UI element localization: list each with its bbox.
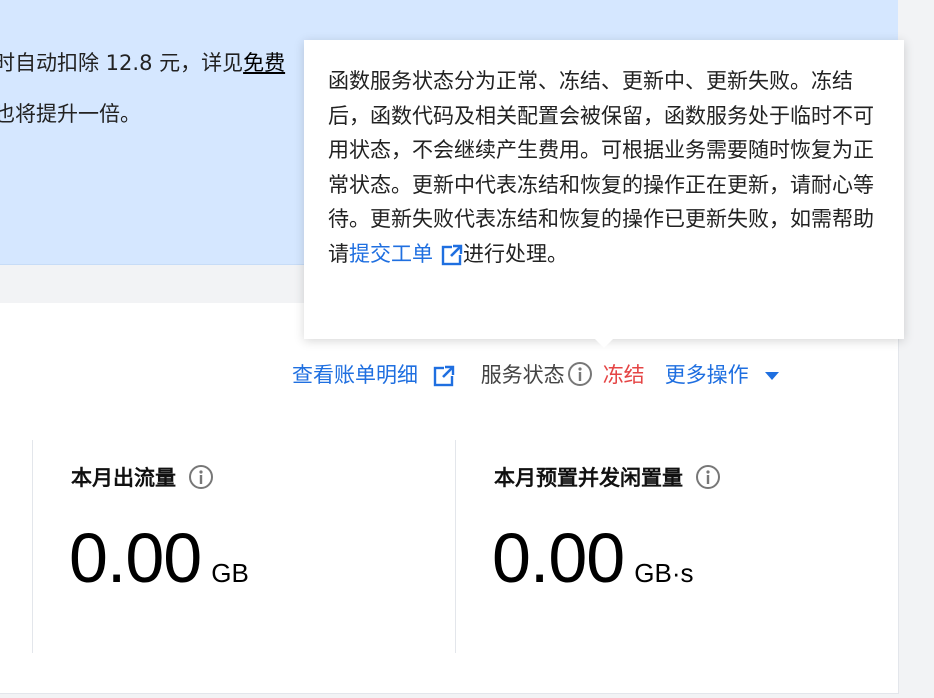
metric-unit: GB·s [634,558,694,588]
card-actions: 查看账单明细 服务状态 冻结 更多操作 [292,358,780,390]
view-bill-detail-label: 查看账单明细 [292,363,418,387]
submit-ticket-label: 提交工单 [349,241,433,266]
caret-down-icon [765,372,780,380]
tooltip-body: 函数服务状态分为正常、冻结、更新中、更新失败。冻结后，函数代码及相关配置会被保留… [328,69,874,266]
metric-number: 0.00 [69,519,202,597]
status-info-icon[interactable] [567,361,593,387]
metric-title: 本月预置并发闲置量 [494,462,721,492]
metric-provisioned-idle: 本月预置并发闲置量 0.00 GB·s [455,440,899,653]
metric-title-text: 本月出流量 [71,466,176,490]
notice-line-1: 时自动扣除 12.8 元，详见免费 [0,47,285,77]
metric-title: 本月出流量 [71,462,214,492]
service-status-value: 冻结 [602,363,645,387]
metric-info-icon[interactable] [695,464,721,490]
metric-value: 0.00 GB·s [492,518,693,598]
more-operations-dropdown[interactable]: 更多操作 [665,359,780,389]
console-page: 时自动扣除 12.8 元，详见免费 也将提升一倍。 查看账单明细 服务状态 冻结… [0,0,934,698]
tooltip-text: 函数服务状态分为正常、冻结、更新中、更新失败。冻结后，函数代码及相关配置会被保留… [328,64,880,271]
service-status-label: 服务状态 [480,363,565,387]
metric-value: 0.00 GB [69,518,249,598]
status-tooltip: 函数服务状态分为正常、冻结、更新中、更新失败。冻结后，函数代码及相关配置会被保留… [304,40,904,348]
external-link-icon [441,244,463,265]
notice-line-2: 也将提升一倍。 [0,102,141,126]
submit-ticket-link[interactable]: 提交工单 [349,242,463,266]
metric-title-text: 本月预置并发闲置量 [494,466,683,490]
metric-info-icon[interactable] [188,464,214,490]
notice-line-1-text: 时自动扣除 12.8 元，详见 [0,51,244,75]
more-operations-label: 更多操作 [664,363,749,387]
view-bill-detail-link[interactable]: 查看账单明细 [292,359,455,389]
tooltip-tail: 进行处理。 [463,241,568,266]
external-link-icon [433,365,454,387]
notice-free-link[interactable]: 免费 [243,51,285,75]
metric-unit: GB [211,558,249,588]
metric-number: 0.00 [492,519,625,597]
metric-egress-traffic: 本月出流量 0.00 GB [32,440,455,653]
tooltip-arrow [594,338,614,348]
